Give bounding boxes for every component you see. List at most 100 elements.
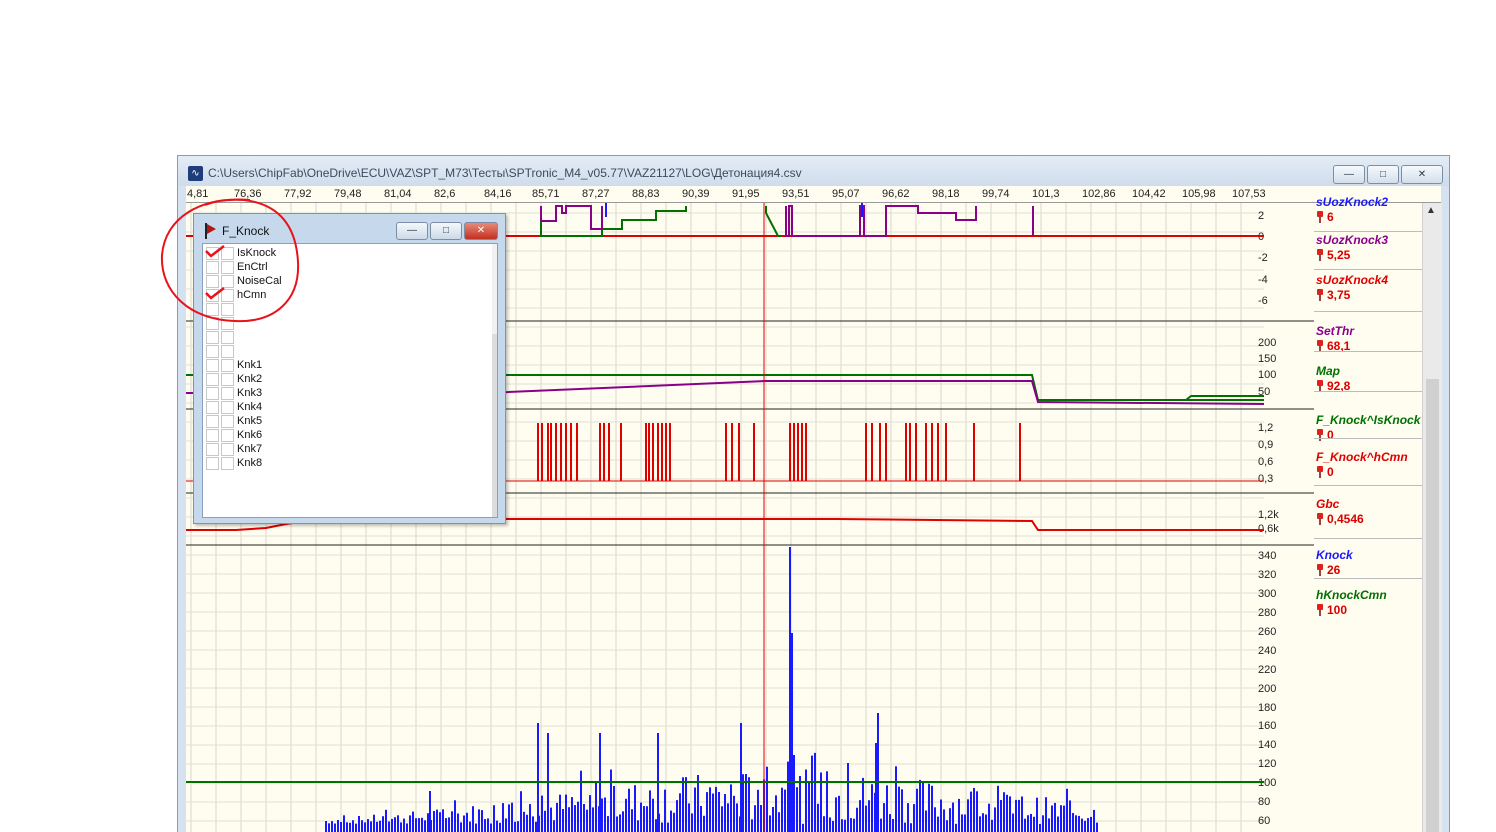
pin-icon[interactable] (1316, 429, 1324, 441)
time-tick-label: 84,16 (484, 188, 512, 200)
pin-icon[interactable] (1316, 249, 1324, 261)
legend-separator (1314, 311, 1422, 312)
time-axis[interactable]: 4,81 76,36 77,92 79,48 81,04 82,6 84,16 85,71 87… (186, 186, 1441, 203)
flags-scrollbar[interactable] (492, 244, 497, 517)
legend-item[interactable]: sUozKnock3 5,25 (1316, 233, 1422, 262)
flag-checkbox-state[interactable] (221, 387, 234, 400)
pin-icon[interactable] (1316, 513, 1324, 525)
flag-checkbox-state[interactable] (221, 331, 234, 344)
flag-checkbox-plot[interactable] (206, 429, 219, 442)
flag-label: Knk2 (237, 373, 263, 385)
flag-checkbox-state[interactable] (221, 457, 234, 470)
legend-value-text: 0 (1327, 428, 1334, 442)
y-tick-label: 200 (1258, 683, 1276, 695)
flag-icon (204, 223, 218, 239)
time-tick-label: 95,07 (832, 188, 860, 200)
close-button[interactable]: ✕ (1401, 165, 1443, 184)
vertical-scrollbar[interactable]: ▲ (1422, 203, 1442, 832)
series-suozknock3-step (540, 205, 603, 230)
pin-icon[interactable] (1316, 289, 1324, 301)
legend-item[interactable]: sUozKnock2 6 (1316, 195, 1422, 224)
legend-item[interactable]: Gbc 0,4546 (1316, 497, 1422, 526)
time-tick-label: 99,74 (982, 188, 1010, 200)
legend-series-name: sUozKnock3 (1316, 233, 1389, 247)
legend-separator (1314, 578, 1422, 579)
time-tick-label: 85,71 (532, 188, 560, 200)
flag-label: hCmn (237, 289, 267, 301)
legend-value-text: 6 (1327, 210, 1334, 224)
flag-checkbox-plot[interactable] (206, 317, 219, 330)
flag-checkbox-plot[interactable] (206, 345, 219, 358)
flag-checkbox-state[interactable] (221, 401, 234, 414)
scrollbar-thumb[interactable] (1426, 379, 1439, 832)
pin-icon[interactable] (1316, 564, 1324, 576)
flags-scrollbar-thumb[interactable] (492, 334, 497, 517)
legend-separator (1314, 438, 1422, 439)
flag-checkbox-state[interactable] (221, 303, 234, 316)
legend-series-value: 6 (1316, 210, 1422, 224)
flag-checkbox-state[interactable] (221, 317, 234, 330)
pin-icon[interactable] (1316, 604, 1324, 616)
y-tick-label: 300 (1258, 588, 1276, 600)
flags-minimize-button[interactable]: — (396, 222, 428, 240)
maximize-button[interactable]: □ (1367, 165, 1399, 184)
flag-label: Knk8 (237, 457, 263, 469)
legend-item[interactable]: F_Knock^hCmn 0 (1316, 450, 1422, 479)
y-tick-label: 0,6 (1258, 456, 1273, 468)
legend-item[interactable]: sUozKnock4 3,75 (1316, 273, 1422, 302)
legend-item[interactable]: SetThr 68,1 (1316, 324, 1422, 353)
check-mark-stroke (205, 245, 225, 258)
flags-window-title: F_Knock (222, 224, 270, 238)
legend-item[interactable]: hKnockCmn 100 (1316, 588, 1422, 617)
flags-close-button[interactable]: ✕ (464, 222, 498, 240)
scroll-up-icon[interactable]: ▲ (1426, 205, 1436, 216)
legend-separator (1314, 485, 1422, 486)
flag-checkbox-plot[interactable] (206, 387, 219, 400)
flag-label: Knk7 (237, 443, 263, 455)
title-bar[interactable]: ∿ C:\Users\ChipFab\OneDrive\ECU\VAZ\SPT_… (178, 156, 1449, 186)
flag-checkbox-state[interactable] (221, 373, 234, 386)
legend-series-value: 3,75 (1316, 288, 1422, 302)
time-tick-label: 88,83 (632, 188, 660, 200)
pin-icon[interactable] (1316, 466, 1324, 478)
y-tick-label: 150 (1258, 353, 1276, 365)
flag-checkbox-plot[interactable] (206, 443, 219, 456)
time-tick-label: 91,95 (732, 188, 760, 200)
flag-checkbox-plot[interactable] (206, 373, 219, 386)
y-tick-label: 340 (1258, 550, 1276, 562)
flags-maximize-button[interactable]: □ (430, 222, 462, 240)
flag-checkbox-plot[interactable] (206, 359, 219, 372)
flag-checkbox-plot[interactable] (206, 261, 219, 274)
pin-icon[interactable] (1316, 211, 1324, 223)
check-mark-icon (205, 245, 225, 258)
y-tick-label: -2 (1258, 252, 1268, 264)
flag-checkbox-plot[interactable] (206, 457, 219, 470)
time-tick-label: 90,39 (682, 188, 710, 200)
flag-checkbox-plot[interactable] (206, 401, 219, 414)
y-tick-label: 2 (1258, 210, 1264, 222)
time-tick-label: 4,81 (187, 188, 209, 200)
time-tick-label: 87,27 (582, 188, 610, 200)
legend-value-text: 26 (1327, 563, 1341, 577)
legend-value-text: 0,4546 (1327, 512, 1364, 526)
y-tick-label: 1,2k (1258, 509, 1279, 521)
flag-checkbox-state[interactable] (221, 261, 234, 274)
flag-checkbox-state[interactable] (221, 345, 234, 358)
legend-series-name: F_Knock^IsKnock (1316, 413, 1421, 427)
minimize-button[interactable]: — (1333, 165, 1365, 184)
legend-item[interactable]: Knock 26 (1316, 548, 1422, 577)
legend-value-text: 100 (1327, 603, 1348, 617)
legend-series-name: Map (1316, 364, 1340, 378)
flag-checkbox-plot[interactable] (206, 303, 219, 316)
flag-checkbox-state[interactable] (221, 443, 234, 456)
flag-checkbox-state[interactable] (221, 415, 234, 428)
flag-checkbox-state[interactable] (221, 429, 234, 442)
legend-item[interactable]: Map 92,8 (1316, 364, 1422, 393)
legend-series-name: sUozKnock2 (1316, 195, 1389, 209)
flag-checkbox-plot[interactable] (206, 331, 219, 344)
flag-checkbox-plot[interactable] (206, 415, 219, 428)
flag-checkbox-state[interactable] (221, 359, 234, 372)
flag-label: Knk6 (237, 429, 263, 441)
flag-label: Knk1 (237, 359, 263, 371)
legend-series-name: F_Knock^hCmn (1316, 450, 1408, 464)
